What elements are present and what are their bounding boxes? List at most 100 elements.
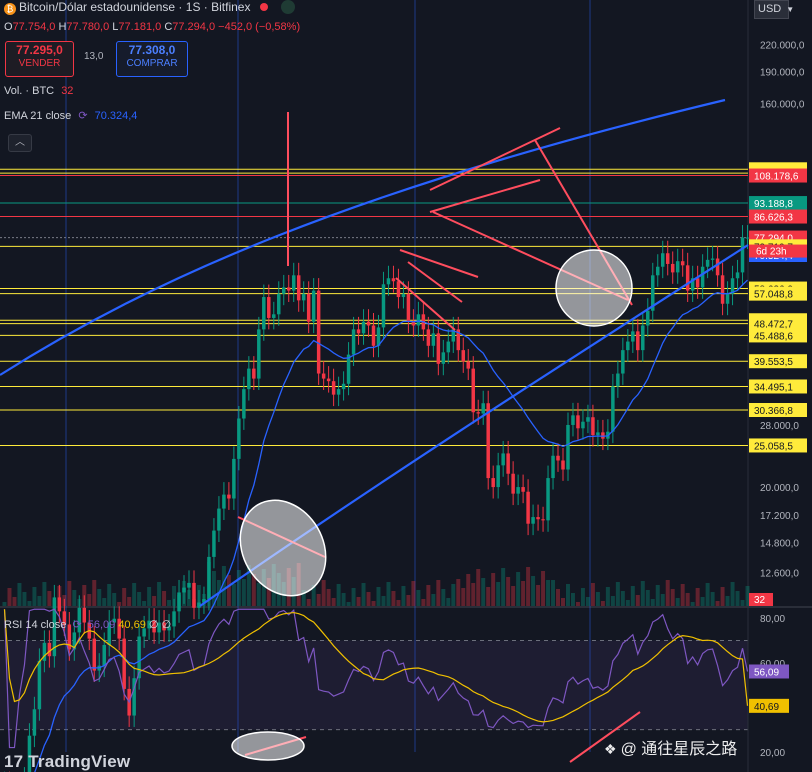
volume-bar [471, 583, 476, 606]
candle-body [496, 465, 500, 488]
volume-bar [715, 601, 720, 606]
rsi-axis-tick-0: 80,00 [760, 614, 785, 625]
volume-bar [127, 597, 132, 606]
volume-bar [451, 584, 456, 606]
candle-body [596, 432, 600, 436]
volume-bar [366, 592, 371, 606]
candle-body [32, 709, 37, 736]
sell-button[interactable]: 77.295,0 VENDER [5, 41, 74, 77]
price-tag-12: 45.488,6 [754, 331, 793, 342]
candle-body [242, 389, 246, 419]
volume-bar [97, 589, 102, 606]
candle-body [222, 494, 226, 509]
volume-bar [501, 568, 506, 606]
volume-bar [411, 581, 416, 606]
candle-body [321, 373, 326, 379]
buy-label: COMPRAR [126, 58, 178, 69]
volume-bar [565, 584, 570, 606]
highlight-ellipse-2 [231, 731, 305, 761]
candle-body [616, 373, 620, 387]
price-axis-tick-6: 14.800,0 [760, 539, 799, 550]
buy-button[interactable]: 77.308,0 COMPRAR [116, 41, 188, 77]
volume-bar [511, 586, 516, 606]
candle-body [685, 265, 690, 291]
diamond-logo-icon: ❖ [604, 741, 617, 757]
volume-bar [142, 601, 147, 606]
currency-selector[interactable]: USD ▼ [754, 0, 794, 19]
ema-legend[interactable]: EMA 21 close ⟳ 70.324,4 [4, 109, 137, 122]
volume-bar [162, 591, 167, 606]
volume-bar [137, 592, 142, 606]
status-dot-icon [259, 3, 268, 11]
candle-body [646, 310, 650, 326]
candle-body [591, 417, 595, 436]
candle-body [680, 261, 685, 266]
price-axis-tick-0: 220.000,0 [760, 41, 805, 52]
volume-bar [386, 582, 391, 606]
price-axis-tick-5: 17.200,0 [760, 511, 799, 522]
market-status-icon[interactable] [281, 0, 296, 14]
volume-bar [695, 588, 700, 606]
candle-body [371, 325, 376, 346]
volume-bar [580, 588, 585, 606]
candle-body [536, 517, 540, 520]
volume-tag: 32 [754, 595, 766, 606]
candle-body [461, 350, 466, 362]
price-tag-9: 57.048,8 [754, 290, 793, 301]
volume-bar [655, 585, 660, 606]
ohlc-readout: O77.754,0 H77.780,0 L77.181,0 C77.294,0 … [4, 21, 300, 33]
candle-body [586, 417, 590, 422]
candle-body [341, 383, 346, 390]
candle-body [207, 556, 211, 600]
volume-bar [725, 596, 730, 606]
volume-bar [107, 584, 112, 606]
volume-bar [241, 579, 246, 606]
candle-body [182, 587, 186, 593]
volume-legend[interactable]: Vol. · BTC 32 [4, 85, 73, 97]
price-tag-2: 108.178,6 [754, 172, 799, 183]
candle-body [511, 473, 515, 494]
volume-bar [526, 567, 531, 606]
candle-body [441, 352, 446, 364]
volume-bar [640, 581, 645, 606]
volume-bar [326, 589, 331, 606]
volume-bar [561, 598, 565, 606]
candle-body [177, 592, 181, 612]
volume-bar [615, 582, 620, 606]
candle-body [546, 478, 550, 521]
candle-body [631, 331, 635, 342]
candle-body [406, 293, 411, 322]
candle-body [237, 418, 241, 459]
volume-bar [461, 588, 466, 606]
volume-bar [351, 588, 356, 606]
volume-bar [556, 589, 561, 606]
symbol-title[interactable]: ₿ Bitcoin/Dólar estadounidense · 1S · Bit… [4, 0, 296, 15]
volume-bar [481, 578, 486, 606]
volume-bar [22, 592, 27, 606]
candle-body [262, 297, 266, 330]
volume-bar [2, 602, 7, 606]
volume-bar [72, 590, 77, 606]
volume-bar [167, 600, 172, 606]
candle-body [267, 297, 271, 318]
currency-label: USD [758, 3, 782, 15]
candle-body [401, 293, 406, 298]
spread-value: 13,0 [84, 51, 104, 62]
rsi-legend[interactable]: RSI 14 close ⟳ 56,09 40,69 ∅ ∅ [4, 618, 171, 631]
volume-bar [635, 595, 640, 606]
refresh-icon[interactable]: ⟳ [72, 619, 81, 631]
candle-body [431, 333, 436, 346]
ohlc-close: 77.294,0 [172, 21, 216, 33]
collapse-legend-button[interactable]: ︿ [8, 134, 32, 152]
volume-bar [570, 593, 575, 606]
candle-body [187, 582, 191, 588]
rsi-extra-1: ∅ [148, 619, 159, 631]
volume-bar [690, 602, 695, 606]
candle-body [526, 491, 530, 524]
candle-body [192, 582, 196, 608]
candle-body [720, 275, 725, 304]
refresh-icon[interactable]: ⟳ [78, 110, 87, 122]
candle-body [316, 290, 321, 374]
volume-bar [516, 572, 521, 606]
volume-bar [675, 598, 680, 606]
